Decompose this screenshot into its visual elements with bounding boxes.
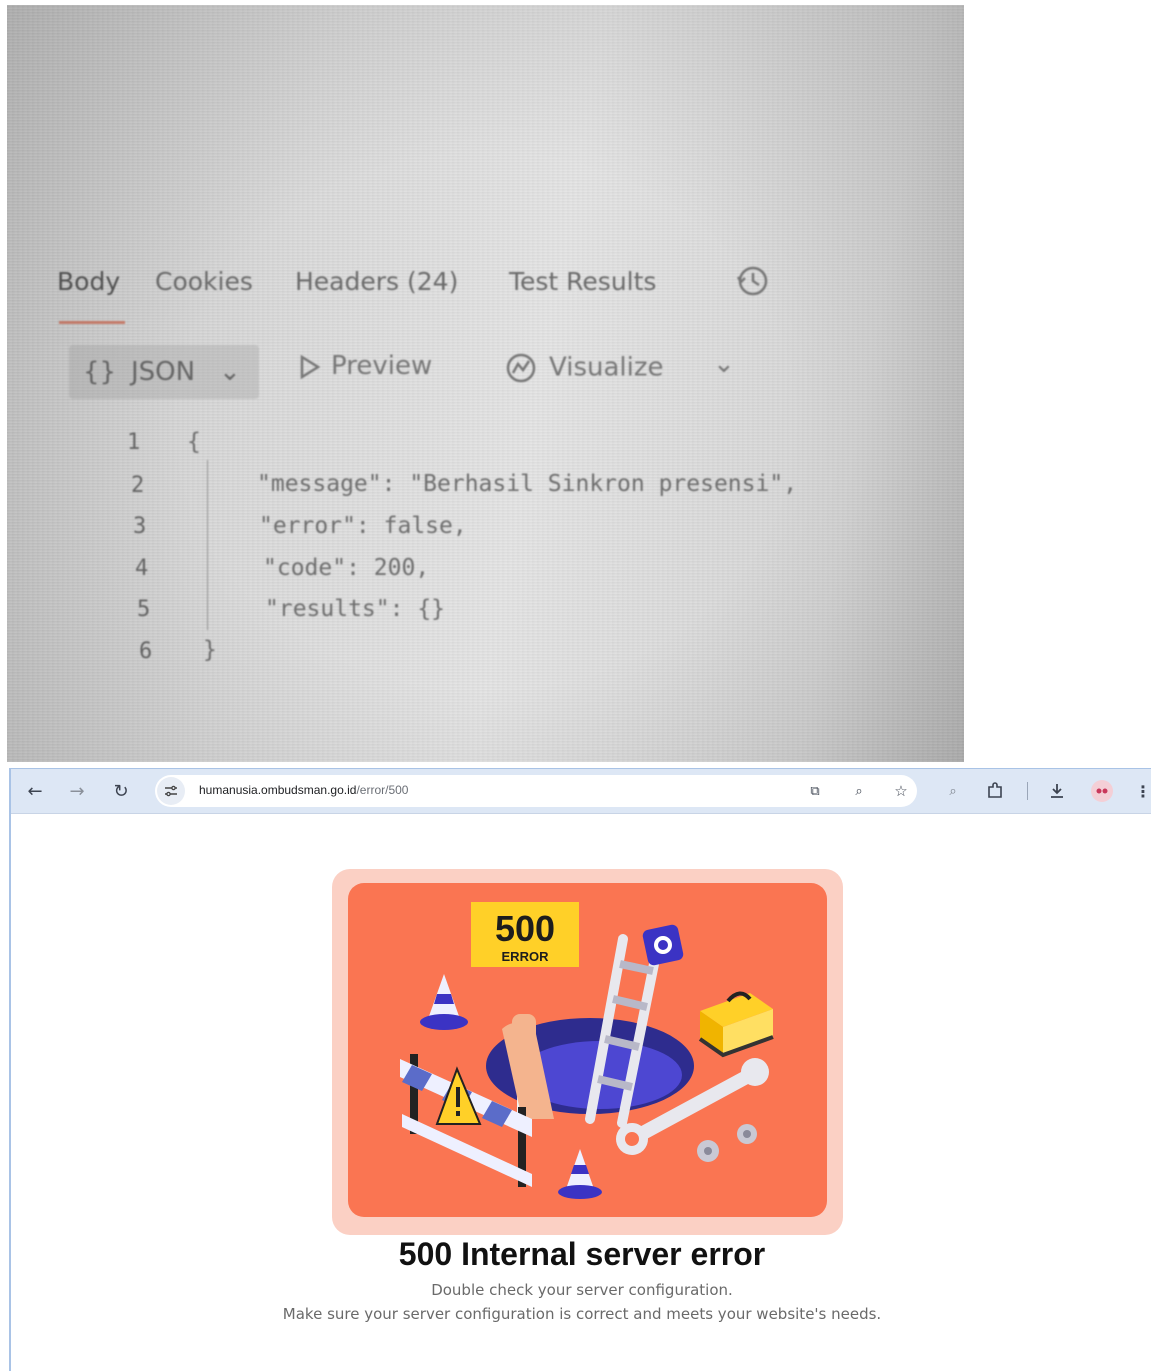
zoom-icon[interactable]: ⌕ bbox=[845, 777, 873, 805]
format-selector[interactable]: {} JSON ⌄ bbox=[69, 345, 259, 399]
line-number: 2 bbox=[131, 473, 145, 498]
bookmark-star-icon[interactable]: ☆ bbox=[887, 777, 915, 805]
format-label: JSON bbox=[131, 357, 196, 387]
active-tab-underline bbox=[59, 321, 125, 324]
code-line: } bbox=[203, 637, 217, 663]
browser-toolbar: ← → ↻ humanusia.ombudsman.go.id/error/50… bbox=[11, 769, 1151, 814]
tab-body[interactable]: Body bbox=[57, 267, 120, 296]
play-icon bbox=[300, 354, 321, 379]
preview-button[interactable]: Preview bbox=[299, 351, 432, 381]
line-number: 3 bbox=[133, 514, 147, 539]
avatar[interactable] bbox=[1091, 780, 1113, 802]
search-icon[interactable]: ⌕ bbox=[939, 777, 967, 805]
error-hint-line-1: Double check your server configuration. bbox=[431, 1281, 733, 1299]
browser-window: ← → ↻ humanusia.ombudsman.go.id/error/50… bbox=[9, 768, 1151, 1371]
chevron-down-icon: ⌄ bbox=[219, 357, 241, 387]
tab-headers[interactable]: Headers (24) bbox=[295, 267, 458, 296]
code-line: { bbox=[187, 429, 201, 455]
visualize-icon bbox=[506, 353, 536, 383]
api-response-photo: Body Cookies Headers (24) Test Results {… bbox=[7, 5, 964, 762]
error-title: 500 Internal server error bbox=[398, 1236, 766, 1272]
url-path: /error/500 bbox=[356, 783, 409, 797]
url-text: humanusia.ombudsman.go.id/error/500 bbox=[199, 783, 408, 797]
code-line: "code": 200, bbox=[263, 555, 430, 581]
visualize-label: Visualize bbox=[549, 352, 664, 383]
visualize-button[interactable]: Visualize bbox=[503, 351, 664, 385]
tab-test-results[interactable]: Test Results bbox=[509, 267, 656, 296]
back-icon[interactable]: ← bbox=[21, 777, 49, 805]
site-info-icon[interactable] bbox=[157, 777, 185, 805]
line-number: 1 bbox=[127, 430, 141, 455]
sign-code: 500 bbox=[495, 908, 555, 949]
reload-icon[interactable]: ↻ bbox=[107, 777, 135, 805]
address-bar[interactable]: humanusia.ombudsman.go.id/error/500 ⧉ ⌕ … bbox=[155, 775, 917, 807]
download-icon[interactable] bbox=[1043, 777, 1071, 805]
error-hint-line-2: Make sure your server configuration is c… bbox=[282, 1305, 882, 1323]
code-line: "error": false, bbox=[259, 513, 467, 539]
line-number: 4 bbox=[135, 556, 149, 581]
indent-guide bbox=[207, 460, 208, 630]
sign-label: ERROR bbox=[502, 949, 550, 964]
history-icon[interactable] bbox=[734, 263, 770, 299]
menu-icon[interactable]: ⋮ bbox=[1129, 777, 1151, 805]
line-number: 6 bbox=[139, 639, 153, 664]
forward-icon[interactable]: → bbox=[63, 777, 91, 805]
install-app-icon[interactable]: ⧉ bbox=[801, 777, 829, 805]
preview-label: Preview bbox=[331, 351, 433, 381]
chevron-down-icon[interactable]: ⌄ bbox=[713, 349, 735, 379]
braces-icon: {} bbox=[83, 357, 117, 387]
tab-cookies[interactable]: Cookies bbox=[155, 267, 253, 296]
toolbar-divider bbox=[1027, 782, 1028, 800]
extensions-icon[interactable] bbox=[981, 777, 1009, 805]
code-line: "results": {} bbox=[265, 596, 446, 622]
server-error-illustration: 500 ERROR bbox=[332, 869, 843, 1235]
url-host: humanusia.ombudsman.go.id bbox=[199, 783, 357, 797]
code-line: "message": "Berhasil Sinkron presensi", bbox=[257, 471, 798, 497]
line-number: 5 bbox=[137, 597, 151, 622]
